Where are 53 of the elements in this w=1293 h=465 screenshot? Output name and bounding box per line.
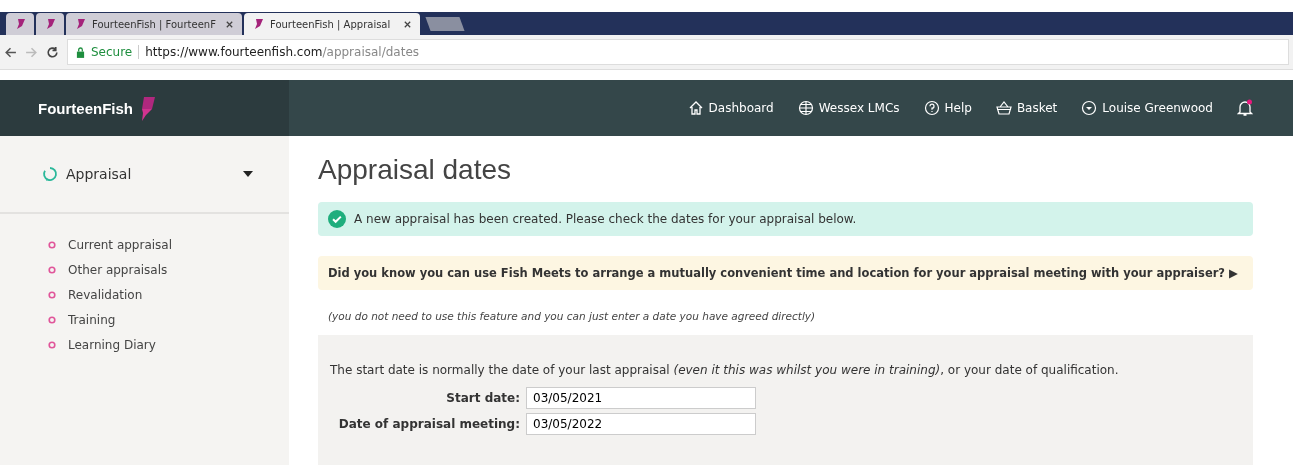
logo-text[interactable]: FourteenFish (38, 99, 133, 117)
field-label: Start date: (445, 391, 521, 405)
page-title: Appraisal dates (318, 154, 512, 186)
sidebar-link[interactable]: Current appraisal (68, 238, 173, 252)
bullet-icon (48, 241, 56, 249)
lock-icon (76, 46, 85, 58)
refresh-icon (42, 166, 58, 182)
check-icon (328, 210, 346, 228)
section-title[interactable]: Appraisal (66, 166, 235, 182)
nav-link[interactable]: Basket (995, 100, 1058, 116)
sidebar-link[interactable]: Revalidation (68, 288, 143, 302)
help-icon (923, 100, 940, 116)
bell-icon[interactable] (1237, 99, 1253, 117)
nav-link[interactable]: Louise Greenwood (1081, 100, 1213, 116)
caret-icon[interactable] (243, 171, 253, 177)
browser-tab[interactable]: FourteenFish | FourteenF (66, 13, 242, 35)
sidebar-link[interactable]: Training (68, 313, 116, 327)
sidebar-link[interactable]: Learning Diary (68, 338, 156, 352)
globe-icon (797, 100, 814, 116)
date-field[interactable]: 03/05/2022 (526, 413, 756, 435)
browser-tab[interactable] (36, 13, 64, 35)
note-text: (you do not need to use this feature and you can just enter a date you have agreed directly) (328, 310, 817, 322)
success-message: A new appraisal has been created. Please check the dates for your appraisal below. (354, 212, 857, 226)
tip-banner[interactable]: Did you know you can use Fish Meets to arrange a mutually convenient time and location for your appraisal meeting with your appraiser? ▶ (318, 256, 1253, 290)
browser-tab[interactable]: FourteenFish | Appraisal (244, 13, 420, 35)
bullet-icon (48, 341, 56, 349)
nav-link[interactable]: Dashboard (687, 100, 774, 116)
new-tab-button[interactable] (425, 17, 465, 31)
secure-label: Secure (91, 45, 133, 59)
home-icon (687, 100, 704, 116)
back-icon[interactable] (4, 45, 17, 59)
bullet-icon (48, 316, 56, 324)
fish-icon (44, 18, 56, 30)
nav-link[interactable]: Help (923, 100, 972, 116)
fish-icon (74, 18, 86, 30)
address-bar[interactable]: Secure https://www.fourteenfish.com/appraisal/dates (67, 39, 1289, 65)
bullet-icon (48, 266, 56, 274)
field-label: Date of appraisal meeting: (337, 417, 521, 431)
nav-link[interactable]: Wessex LMCs (797, 100, 900, 116)
bullet-icon (48, 291, 56, 299)
sidebar-link[interactable]: Other appraisals (68, 263, 168, 277)
fish-icon (252, 18, 264, 30)
user-circle-icon (1081, 100, 1098, 116)
basket-icon (995, 100, 1012, 116)
url-text: https://www.fourteenfish.com/appraisal/dates (145, 45, 420, 59)
close-icon[interactable] (225, 19, 234, 29)
browser-tab[interactable] (6, 13, 34, 35)
fish-icon (14, 18, 26, 30)
date-field[interactable]: 03/05/2021 (526, 387, 756, 409)
close-icon[interactable] (403, 19, 412, 29)
tip-message: Did you know you can use Fish Meets to arrange a mutually convenient time and location for your appraisal meeting with your appraiser? ▶ (328, 266, 1238, 280)
intro-text: The start date is normally the date of your last appraisal (even it this was whilst you were in training), or your date of qualification. (330, 363, 1120, 377)
reload-icon[interactable] (46, 45, 59, 59)
